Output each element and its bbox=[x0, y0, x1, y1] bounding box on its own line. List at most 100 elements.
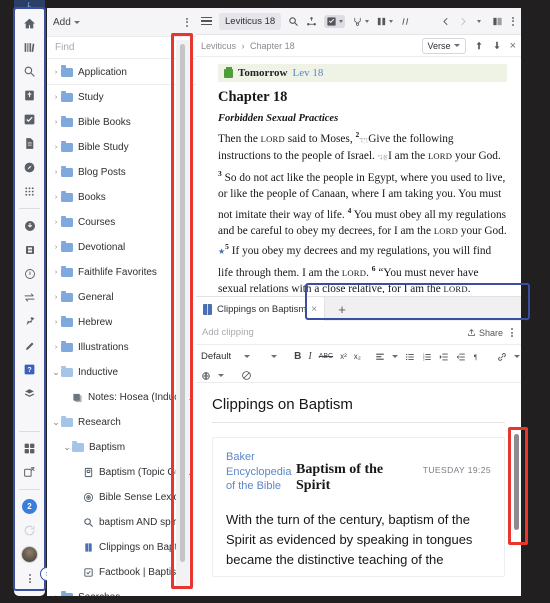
bible-text-area[interactable]: Tomorrow Lev 18 Chapter 18 Forbidden Sex… bbox=[196, 58, 521, 293]
breadcrumb-parent[interactable]: Leviticus bbox=[201, 41, 236, 51]
chevron-right-icon[interactable]: › bbox=[51, 119, 61, 126]
library-tree[interactable]: › Application › Study › Bible Books › Bible Stu… bbox=[47, 60, 196, 596]
chevron-down-icon[interactable] bbox=[218, 374, 224, 377]
chevron-right-icon[interactable]: › bbox=[51, 144, 61, 151]
tree-item-notes-hosea-induct[interactable]: Notes: Hosea (Induct... bbox=[47, 385, 196, 410]
library-scrollbar-thumb[interactable] bbox=[180, 44, 185, 562]
info-icon[interactable] bbox=[17, 262, 42, 285]
breadcrumb-child[interactable]: Chapter 18 bbox=[250, 41, 295, 51]
pin-icon[interactable] bbox=[17, 310, 42, 333]
chevron-right-icon[interactable]: › bbox=[51, 244, 61, 251]
layers-icon[interactable] bbox=[17, 382, 42, 405]
panel-menu-icon[interactable] bbox=[510, 15, 516, 28]
tools-grid-icon[interactable] bbox=[17, 180, 42, 203]
tree-item-illustrations[interactable]: › Illustrations bbox=[47, 335, 196, 360]
chevron-right-icon[interactable]: › bbox=[51, 69, 61, 76]
bold-button[interactable]: B bbox=[294, 351, 301, 362]
reading-plan-banner[interactable]: Tomorrow Lev 18 bbox=[218, 64, 507, 82]
subscript-button[interactable]: x₂ bbox=[354, 352, 361, 361]
chevron-down-icon[interactable]: ⌄ bbox=[62, 443, 72, 452]
library-icon[interactable] bbox=[17, 36, 42, 59]
more-icon[interactable] bbox=[17, 567, 42, 590]
sync-icon[interactable] bbox=[17, 519, 42, 542]
visual-filter-icon[interactable] bbox=[324, 14, 346, 28]
documents-icon[interactable] bbox=[17, 132, 42, 155]
clippings-document[interactable]: Clippings on Baptism Baker Encyclopedia … bbox=[196, 384, 521, 596]
verse-text[interactable]: Then the Lord said to Moses, 2וַיְדַGive… bbox=[218, 127, 507, 293]
chevron-right-icon[interactable]: › bbox=[51, 594, 61, 596]
reference-chip[interactable]: Leviticus 18 bbox=[219, 12, 282, 30]
chevron-down-icon[interactable] bbox=[389, 19, 394, 23]
tree-item-searches[interactable]: › Searches bbox=[47, 585, 196, 596]
tree-item-bible-study[interactable]: › Bible Study bbox=[47, 135, 196, 160]
tree-item-courses[interactable]: › Courses bbox=[47, 210, 196, 235]
up-arrow-icon[interactable] bbox=[474, 40, 484, 51]
footnote-marker-icon[interactable] bbox=[400, 16, 411, 27]
highlight-pen-icon[interactable] bbox=[17, 334, 42, 357]
chevron-right-icon[interactable]: › bbox=[51, 344, 61, 351]
transfer-icon[interactable] bbox=[17, 286, 42, 309]
highlight-color-icon[interactable] bbox=[201, 371, 211, 381]
avatar[interactable] bbox=[17, 543, 42, 566]
increase-indent-icon[interactable] bbox=[439, 352, 449, 362]
chevron-down-icon[interactable] bbox=[365, 19, 370, 23]
parallel-resource-icon[interactable] bbox=[352, 16, 370, 27]
chevron-right-icon[interactable]: › bbox=[51, 319, 61, 326]
tree-item-devotional[interactable]: › Devotional bbox=[47, 235, 196, 260]
reading-plan-reference[interactable]: Lev 18 bbox=[293, 67, 324, 79]
help-icon[interactable]: ? bbox=[17, 358, 42, 381]
chevron-down-icon[interactable] bbox=[244, 355, 251, 358]
tree-item-baptism-topic-gui[interactable]: Baptism (Topic Gui... bbox=[47, 460, 196, 485]
strikethrough-button[interactable]: ABC bbox=[319, 353, 333, 360]
tree-item-baptism[interactable]: ⌄ Baptism bbox=[47, 435, 196, 460]
bulleted-list-icon[interactable] bbox=[405, 352, 415, 362]
tree-item-hebrew[interactable]: › Hebrew bbox=[47, 310, 196, 335]
close-icon[interactable]: × bbox=[311, 304, 317, 315]
tree-item-factbook-baptism[interactable]: Factbook | Baptism bbox=[47, 560, 196, 585]
back-arrow-icon[interactable] bbox=[441, 16, 451, 27]
share-button[interactable]: Share bbox=[467, 328, 503, 338]
tab-clippings-on-baptism[interactable]: Clippings on Baptism × bbox=[196, 297, 326, 322]
superscript-button[interactable]: x² bbox=[340, 352, 347, 361]
close-icon[interactable]: × bbox=[510, 40, 516, 52]
tree-item-bible-books[interactable]: › Bible Books bbox=[47, 110, 196, 135]
tree-item-bible-sense-lexico[interactable]: Bible Sense Lexico... bbox=[47, 485, 196, 510]
chevron-right-icon[interactable]: › bbox=[51, 194, 61, 201]
verse-selector[interactable]: Verse bbox=[421, 37, 466, 54]
tree-item-application[interactable]: › Application bbox=[47, 60, 196, 85]
chevron-down-icon[interactable] bbox=[271, 355, 278, 358]
clipping-menu-icon[interactable] bbox=[509, 326, 515, 339]
forward-arrow-icon[interactable] bbox=[458, 16, 468, 27]
chevron-right-icon[interactable]: › bbox=[51, 169, 61, 176]
tree-item-blog-posts[interactable]: › Blog Posts bbox=[47, 160, 196, 185]
find-input[interactable] bbox=[53, 41, 189, 54]
tree-item-research[interactable]: ⌄ Research bbox=[47, 410, 196, 435]
history-dropdown-icon[interactable] bbox=[477, 19, 481, 23]
downloads-icon[interactable] bbox=[17, 214, 42, 237]
layout-grid-icon[interactable] bbox=[17, 437, 42, 460]
tree-item-baptism-and-spirit[interactable]: baptism AND spirit... bbox=[47, 510, 196, 535]
tree-item-general[interactable]: › General bbox=[47, 285, 196, 310]
clipping-card[interactable]: Baker Encyclopedia of the Bible Baptism … bbox=[212, 437, 505, 577]
tree-item-study[interactable]: › Study bbox=[47, 85, 196, 110]
plus-icon[interactable]: + bbox=[325, 297, 359, 322]
tree-item-inductive[interactable]: ⌄ Inductive bbox=[47, 360, 196, 385]
chevron-down-icon[interactable] bbox=[339, 19, 344, 23]
bible-study-icon[interactable] bbox=[17, 84, 42, 107]
chevron-right-icon[interactable]: › bbox=[51, 94, 61, 101]
clear-formatting-icon[interactable] bbox=[241, 370, 252, 381]
chevron-down-icon[interactable] bbox=[391, 355, 398, 358]
checklist-icon[interactable] bbox=[17, 108, 42, 131]
tree-item-books[interactable]: › Books bbox=[47, 185, 196, 210]
clipping-source-link[interactable]: Baker Encyclopedia of the Bible bbox=[226, 450, 291, 494]
search-icon[interactable] bbox=[189, 43, 190, 53]
close-layout-icon[interactable] bbox=[17, 461, 42, 484]
hierarchy-icon[interactable] bbox=[306, 16, 317, 27]
tree-item-faithlife-favorites[interactable]: › Faithlife Favorites bbox=[47, 260, 196, 285]
text-direction-icon[interactable]: ¶ bbox=[473, 352, 483, 362]
guides-icon[interactable] bbox=[17, 156, 42, 179]
align-left-icon[interactable] bbox=[375, 352, 385, 362]
notification-badge[interactable]: 2 bbox=[17, 495, 42, 518]
add-clipping-input[interactable]: Add clipping bbox=[202, 327, 254, 338]
home-icon[interactable] bbox=[17, 12, 42, 35]
